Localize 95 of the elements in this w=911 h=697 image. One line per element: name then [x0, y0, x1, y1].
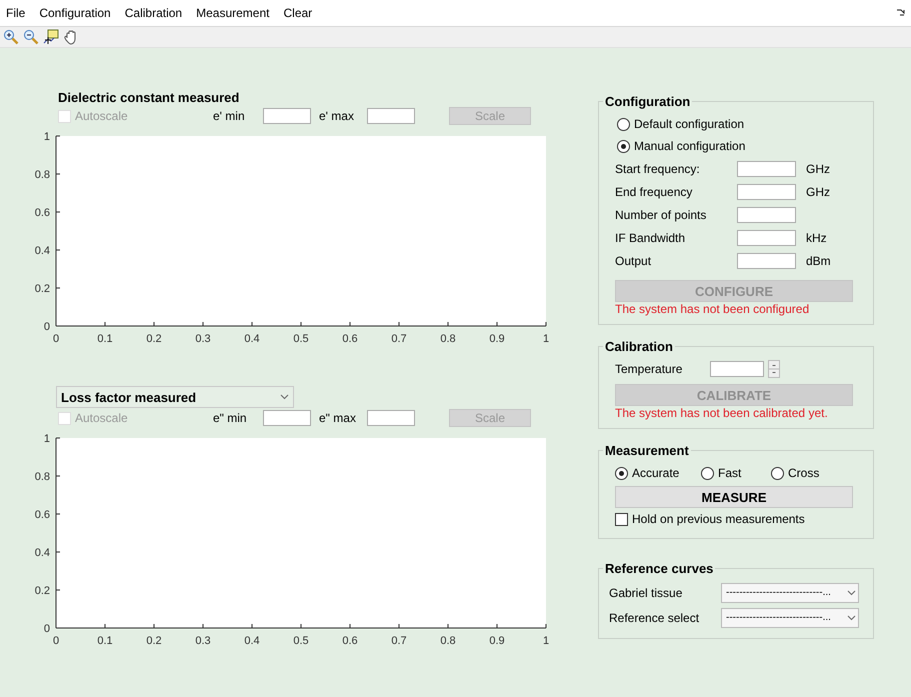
- menu-item[interactable]: Calibration: [124, 6, 182, 20]
- tick-label: 1: [542, 635, 550, 647]
- tick-label: 0.2: [34, 585, 50, 597]
- zoom-in-icon[interactable]: [3, 29, 19, 45]
- field-label: Number of points: [615, 208, 708, 222]
- tick-label: 1: [44, 434, 50, 445]
- plot-title: Dielectric constant measured: [58, 90, 240, 106]
- tick-label: 0.7: [391, 635, 407, 647]
- tick-label: 0: [44, 321, 50, 333]
- tick-label: 0.2: [146, 333, 162, 345]
- tick-label: 0.4: [244, 333, 260, 345]
- field-label: Start frequency:: [615, 162, 701, 176]
- input-field[interactable]: [710, 361, 764, 377]
- arrow-icon: [897, 9, 905, 16]
- field-label: End frequency: [615, 184, 694, 198]
- tick-label: 0.8: [34, 471, 50, 483]
- panel-title: Configuration: [604, 94, 692, 109]
- radio-label: Fast: [718, 466, 742, 480]
- tick-label: 0.6: [34, 207, 50, 219]
- min-label: e" min: [213, 411, 248, 425]
- autoscale-label: Autoscale: [75, 109, 129, 123]
- panel-title: Calibration: [604, 339, 674, 354]
- tick-label: 0.2: [146, 635, 162, 647]
- input-field[interactable]: [737, 252, 796, 268]
- max-field[interactable]: [367, 108, 415, 124]
- status-message: The system has not been calibrated yet.: [615, 406, 829, 420]
- radio-button[interactable]: [771, 466, 784, 480]
- hold-checkbox[interactable]: [615, 512, 628, 526]
- tick-label: 0.8: [440, 333, 456, 345]
- tick-label: 0.3: [195, 635, 211, 647]
- unit-label: dBm: [806, 254, 831, 268]
- menu-item[interactable]: Measurement: [196, 6, 270, 20]
- tick-label: 0.7: [391, 333, 407, 345]
- radio-button[interactable]: [615, 466, 628, 480]
- status-message: The system has not been configured: [615, 302, 810, 316]
- tick-label: 0.8: [440, 635, 456, 647]
- max-field[interactable]: [367, 410, 415, 426]
- field-label: IF Bandwidth: [615, 230, 686, 244]
- tick-label: 1: [44, 132, 50, 143]
- tick-label: 0.9: [489, 333, 505, 345]
- menu-item[interactable]: Clear: [283, 6, 312, 20]
- measure-button[interactable]: MEASURE: [615, 486, 853, 508]
- tick-label: 0.3: [195, 333, 211, 345]
- input-field[interactable]: [737, 184, 796, 200]
- spinner-icon[interactable]: [768, 360, 780, 378]
- tick-label: 0.6: [342, 333, 358, 345]
- tick-label: 0.1: [97, 333, 113, 345]
- tick-label: 0.9: [489, 635, 505, 647]
- max-label: e' max: [319, 109, 355, 123]
- unit-label: kHz: [806, 230, 827, 244]
- menu-item[interactable]: File: [6, 6, 26, 20]
- max-label: e" max: [319, 411, 357, 425]
- radio-button[interactable]: [617, 140, 630, 152]
- tick-label: 0.4: [244, 635, 260, 647]
- select-label: Gabriel tissue: [609, 586, 684, 600]
- tick-label: 0: [44, 623, 50, 635]
- tick-label: 0: [52, 635, 60, 647]
- input-field[interactable]: [737, 206, 796, 222]
- panel-title: Measurement: [604, 443, 690, 458]
- radio-label: Default configuration: [634, 117, 744, 131]
- data-cursor-icon[interactable]: [43, 29, 59, 45]
- field-label: Temperature: [615, 362, 684, 376]
- tick-label: 0.6: [34, 509, 50, 521]
- checkbox-label: Hold on previous measurements: [632, 512, 805, 526]
- input-field[interactable]: [737, 160, 796, 176]
- tick-label: 0: [52, 333, 60, 345]
- radio-label: Manual configuration: [634, 139, 746, 153]
- unit-label: GHz: [806, 162, 830, 176]
- min-field[interactable]: [263, 108, 311, 124]
- radio-button[interactable]: [617, 118, 630, 130]
- input-field[interactable]: [737, 230, 796, 246]
- zoom-out-icon[interactable]: [23, 29, 39, 45]
- radio-label: Cross: [788, 466, 820, 480]
- tick-label: 0.2: [34, 283, 50, 295]
- unit-label: GHz: [806, 184, 830, 198]
- radio-button[interactable]: [701, 466, 714, 480]
- tick-label: 0.4: [34, 245, 50, 257]
- autoscale-label: Autoscale: [75, 411, 129, 425]
- tick-label: 0.5: [293, 635, 309, 647]
- field-label: Output: [615, 254, 652, 268]
- tick-label: 0.8: [34, 169, 50, 181]
- tick-label: 0.5: [293, 333, 309, 345]
- reference-select[interactable]: -----------------------------...: [721, 608, 859, 628]
- plot-select[interactable]: Loss factor measured: [56, 386, 294, 408]
- panel-title: Reference curves: [604, 561, 714, 576]
- tick-label: 0.1: [97, 635, 113, 647]
- radio-label: Accurate: [632, 466, 680, 480]
- menu-item[interactable]: Configuration: [39, 6, 111, 20]
- min-label: e' min: [213, 109, 246, 123]
- tick-label: 1: [542, 333, 550, 345]
- select-label: Reference select: [609, 610, 700, 624]
- tick-label: 0.6: [342, 635, 358, 647]
- reference-select[interactable]: -----------------------------...: [721, 582, 859, 602]
- min-field[interactable]: [263, 410, 311, 426]
- tick-label: 0.4: [34, 547, 50, 559]
